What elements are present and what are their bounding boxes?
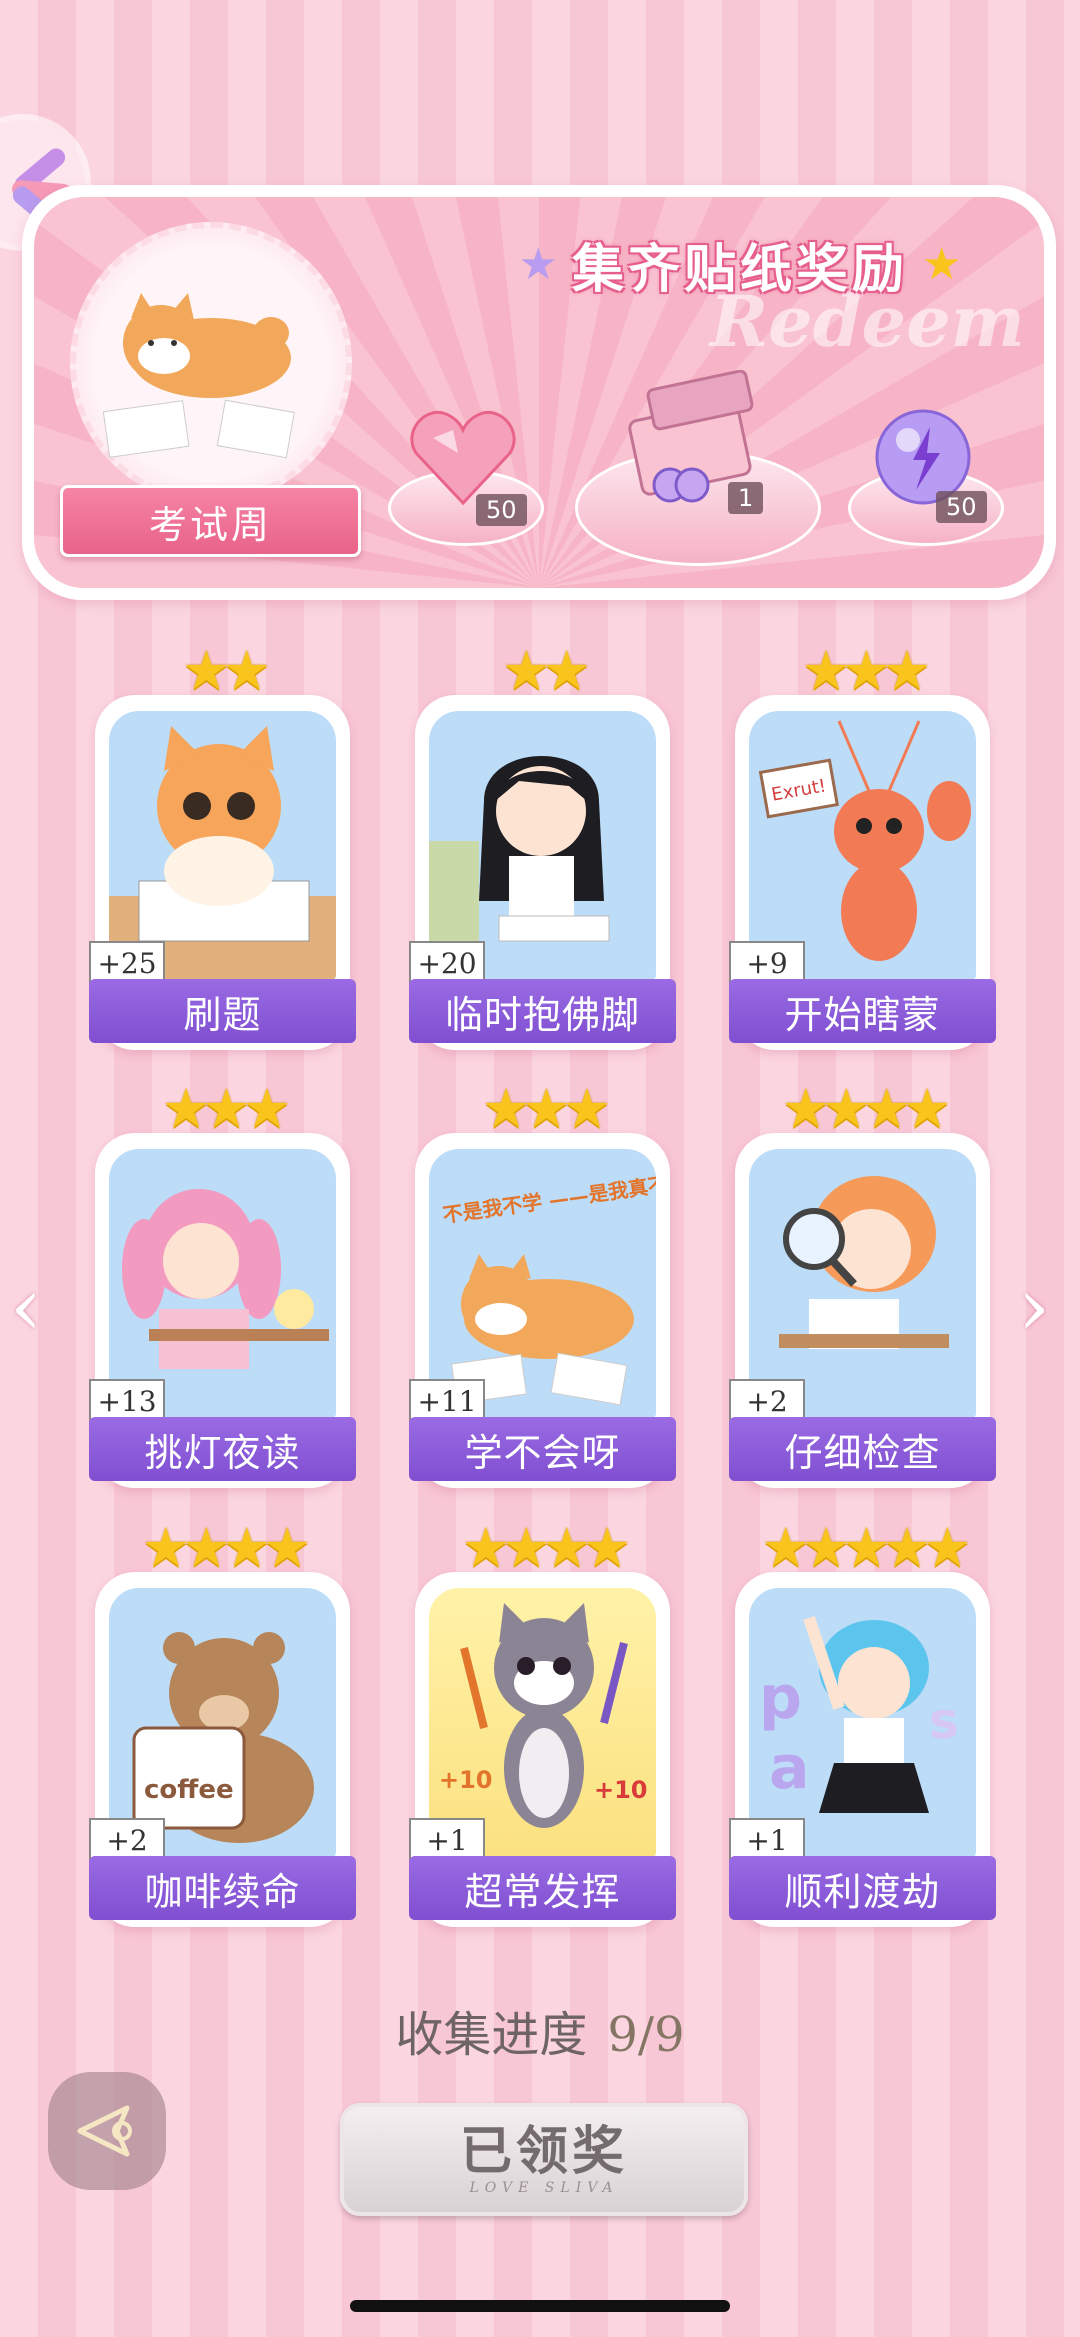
banner-title-row: ★ 集齐贴纸奖励 ★ (515, 228, 965, 300)
star-rating: ★★ (182, 639, 271, 702)
plus-ten-text: +10 (439, 1766, 493, 1794)
sticker-label-bar: 仔细检查 (729, 1417, 996, 1481)
prev-arrow-icon[interactable]: ‹ (10, 1260, 42, 1353)
theme-label-ribbon: 考试周 (60, 485, 361, 557)
star-icon: ★ (922, 238, 962, 290)
star-rating: ★★ (502, 639, 591, 702)
star-rating: ★★★ (161, 1077, 291, 1140)
next-arrow-icon[interactable]: › (1018, 1260, 1050, 1353)
sticker-card[interactable]: ★★★ Exrut! +9 开始瞎蒙 (729, 641, 996, 1050)
banner-title: 集齐贴纸奖励 (571, 238, 908, 300)
sticker-label-bar: 超常发挥 (409, 1856, 676, 1920)
back-arrow-icon (77, 2105, 132, 2157)
sticker-label-bar: 咖啡续命 (89, 1856, 356, 1920)
reward-count: 50 (936, 491, 987, 523)
svg-text:p: p (759, 1663, 802, 1733)
collection-progress: 收集进度 9/9 (0, 1995, 1080, 2065)
shiba-icon (102, 293, 295, 459)
sticker-label-bar: 顺利渡劫 (729, 1856, 996, 1920)
heart-gem-icon[interactable]: 50 (408, 408, 527, 526)
sticker-label: 挑灯夜读 (144, 1430, 301, 1475)
svg-text:s: s (929, 1692, 959, 1750)
star-rating: ★★★★ (141, 1516, 312, 1579)
plus-ten-text: +10 (594, 1776, 648, 1804)
sticker-card[interactable]: ★★★★★ p a s +1 顺利渡劫 (729, 1518, 996, 1927)
sticker-card[interactable]: ★★★★ coffee +2 咖啡续命 (89, 1518, 356, 1927)
sticker-label: 超常发挥 (464, 1869, 621, 1914)
star-rating: ★★★ (481, 1077, 611, 1140)
theme-avatar-circle (70, 222, 352, 504)
sticker-card[interactable]: ★★★ +13 挑灯夜读 (89, 1079, 356, 1488)
sticker-label-bar: 开始瞎蒙 (729, 979, 996, 1043)
sticker-card[interactable]: ★★★★ +10 +10 +1 超常发挥 (409, 1518, 676, 1927)
star-rating: ★★★ (801, 639, 931, 702)
sticker-label-bar: 挑灯夜读 (89, 1417, 356, 1481)
claimed-label: 已领奖 (459, 2120, 628, 2182)
sticker-label: 临时抱佛脚 (444, 992, 640, 1037)
home-indicator[interactable] (350, 2300, 730, 2312)
sticker-label-bar: 刷题 (89, 979, 356, 1043)
sticker-label: 开始瞎蒙 (784, 992, 941, 1037)
sticker-label: 刷题 (183, 992, 262, 1037)
sticker-label-bar: 临时抱佛脚 (409, 979, 676, 1043)
star-rating: ★★★★★ (761, 1516, 971, 1579)
reward-count: 1 (728, 482, 764, 514)
cup-text: coffee (144, 1775, 234, 1805)
reward-count: 50 (476, 494, 527, 526)
gift-box-icon[interactable]: 1 (620, 369, 770, 514)
sticker-card[interactable]: ★★ +25 刷题 (89, 641, 356, 1050)
energy-orb-icon[interactable]: 50 (868, 405, 987, 523)
sticker-card[interactable]: ★★★★ +2 仔细检查 (729, 1079, 996, 1488)
theme-label: 考试周 (148, 502, 272, 547)
back-button[interactable] (48, 2072, 166, 2190)
claimed-sublabel: LOVE SLIVA (469, 2179, 619, 2196)
progress-label: 收集进度 (395, 2007, 588, 2063)
sticker-card[interactable]: ★★ +20 临时抱佛脚 (409, 641, 676, 1050)
star-icon: ★ (518, 238, 558, 290)
star-rating: ★★★★ (781, 1077, 952, 1140)
star-rating: ★★★★ (461, 1516, 632, 1579)
sticker-label: 咖啡续命 (144, 1869, 301, 1914)
sticker-label: 仔细检查 (784, 1430, 941, 1475)
claimed-button[interactable]: 已领奖 LOVE SLIVA (340, 2103, 748, 2216)
sticker-label: 顺利渡劫 (784, 1869, 941, 1914)
sticker-label-bar: 学不会呀 (409, 1417, 676, 1481)
art-caption: 不是我不学 ——是我真不会呀 (441, 1166, 656, 1227)
svg-text:a: a (769, 1733, 810, 1803)
sticker-card[interactable]: ★★★ 不是我不学 ——是我真不会呀 +11 学不会呀 (409, 1079, 676, 1488)
sticker-label: 学不会呀 (464, 1430, 621, 1475)
progress-value: 9/9 (607, 2007, 685, 2063)
